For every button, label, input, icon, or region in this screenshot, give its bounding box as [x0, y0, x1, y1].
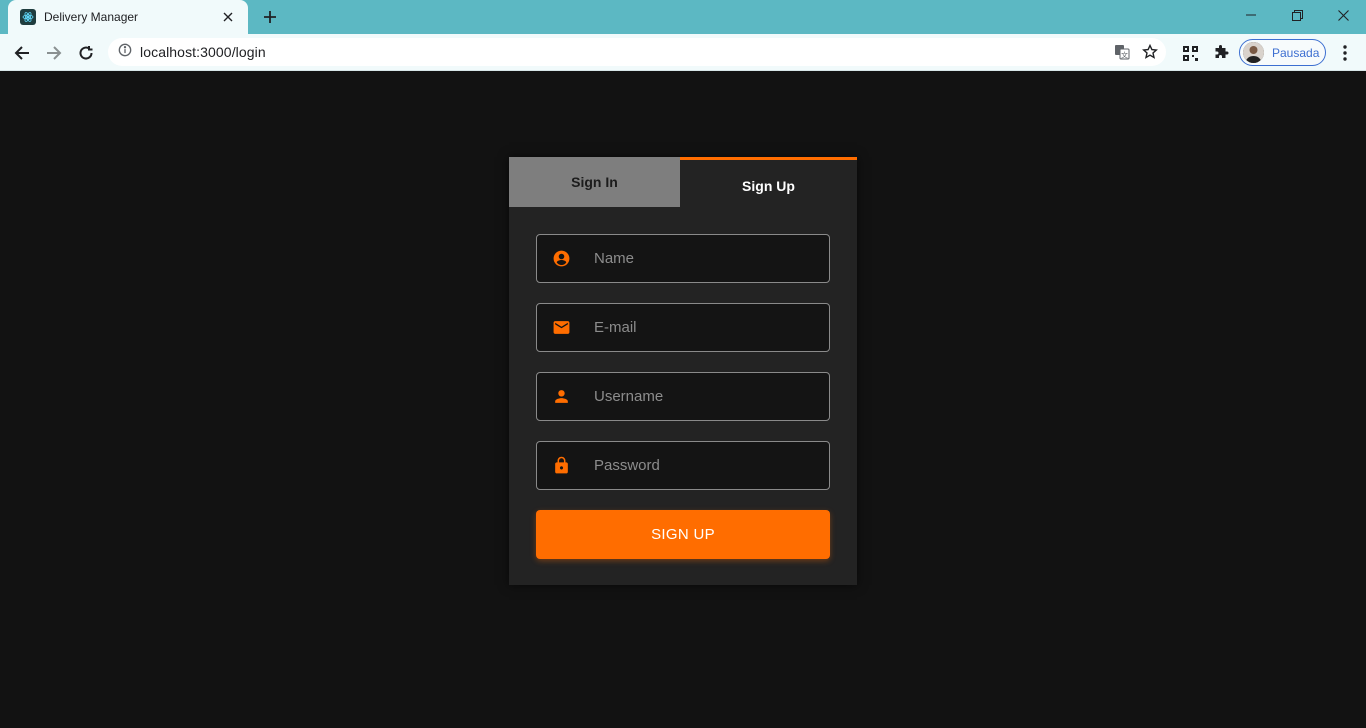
tab-sign-up[interactable]: Sign Up — [680, 157, 857, 212]
tab-close-icon[interactable] — [220, 9, 236, 25]
tab-sign-in[interactable]: Sign In — [509, 157, 680, 207]
new-tab-button[interactable] — [258, 5, 282, 29]
qr-code-extension-icon[interactable] — [1176, 39, 1204, 67]
username-input[interactable] — [594, 388, 814, 405]
auth-card: Sign In Sign Up SIGN UP — [509, 157, 857, 585]
tab-title: Delivery Manager — [44, 10, 139, 24]
close-window-button[interactable] — [1320, 0, 1366, 30]
mail-icon — [551, 318, 571, 338]
browser-tab[interactable]: Delivery Manager — [8, 0, 248, 34]
minimize-button[interactable] — [1228, 0, 1274, 30]
browser-tab-strip: Delivery Manager — [0, 0, 1366, 34]
password-input[interactable] — [594, 457, 814, 474]
email-field — [536, 303, 830, 352]
bookmark-star-icon[interactable] — [1140, 42, 1160, 62]
lock-icon — [551, 456, 571, 476]
svg-text:文: 文 — [1121, 51, 1128, 60]
site-info-icon[interactable] — [118, 43, 132, 62]
reload-button[interactable] — [72, 39, 100, 67]
translate-icon[interactable]: 文 — [1112, 42, 1132, 62]
password-field — [536, 441, 830, 490]
extensions-puzzle-icon[interactable] — [1207, 39, 1235, 67]
react-favicon-icon — [20, 9, 36, 25]
person-icon — [551, 387, 571, 407]
account-circle-icon — [551, 249, 571, 269]
name-field — [536, 234, 830, 283]
name-input[interactable] — [594, 250, 814, 267]
email-input[interactable] — [594, 319, 814, 336]
forward-button[interactable] — [40, 39, 68, 67]
username-field — [536, 372, 830, 421]
profile-name: Pausada — [1272, 45, 1320, 60]
address-bar[interactable]: localhost:3000/login 文 — [108, 38, 1166, 66]
profile-button[interactable]: Pausada — [1239, 39, 1326, 66]
restore-button[interactable] — [1274, 0, 1320, 30]
sign-up-button[interactable]: SIGN UP — [536, 510, 830, 559]
browser-toolbar: localhost:3000/login 文 Pausada — [0, 34, 1366, 71]
avatar — [1243, 42, 1264, 63]
browser-menu-icon[interactable] — [1331, 39, 1359, 67]
url-text: localhost:3000/login — [140, 44, 266, 60]
back-button[interactable] — [8, 39, 36, 67]
